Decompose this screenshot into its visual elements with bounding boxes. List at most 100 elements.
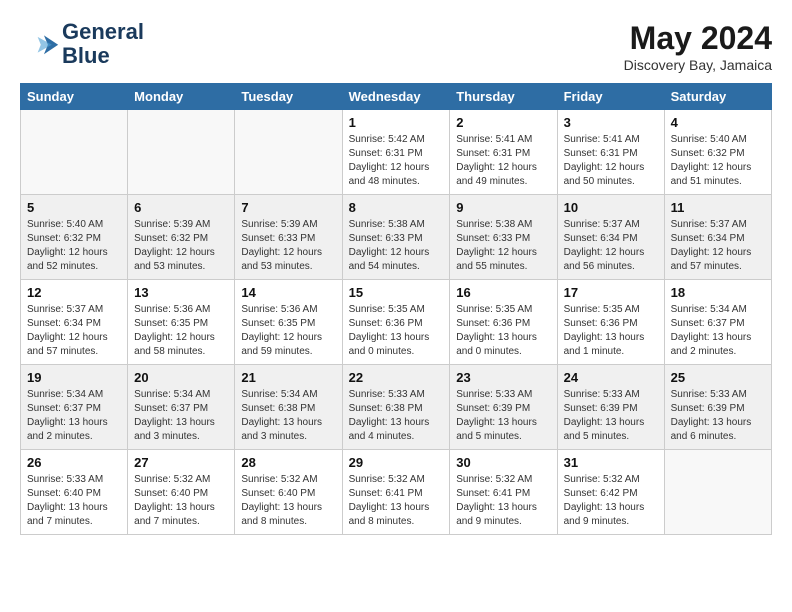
day-number: 2	[456, 115, 550, 130]
day-number: 25	[671, 370, 765, 385]
day-number: 31	[564, 455, 658, 470]
calendar-cell: 11 Sunrise: 5:37 AM Sunset: 6:34 PM Dayli…	[664, 195, 771, 280]
calendar-cell: 31 Sunrise: 5:32 AM Sunset: 6:42 PM Dayli…	[557, 450, 664, 535]
day-info: Sunrise: 5:39 AM Sunset: 6:33 PM Dayligh…	[241, 218, 335, 274]
day-info: Sunrise: 5:40 AM Sunset: 6:32 PM Dayligh…	[671, 133, 765, 189]
day-info: Sunrise: 5:33 AM Sunset: 6:39 PM Dayligh…	[456, 388, 550, 444]
day-info: Sunrise: 5:32 AM Sunset: 6:41 PM Dayligh…	[349, 473, 444, 529]
calendar-body: 1Sunrise: 5:42 AM Sunset: 6:31 PM Daylig…	[21, 110, 772, 535]
day-number: 18	[671, 285, 765, 300]
day-info: Sunrise: 5:39 AM Sunset: 6:32 PM Dayligh…	[134, 218, 228, 274]
day-info: Sunrise: 5:32 AM Sunset: 6:42 PM Dayligh…	[564, 473, 658, 529]
calendar-cell: 28 Sunrise: 5:32 AM Sunset: 6:40 PM Dayli…	[235, 450, 342, 535]
calendar-table: SundayMondayTuesdayWednesdayThursdayFrid…	[20, 83, 772, 535]
day-info: Sunrise: 5:33 AM Sunset: 6:40 PM Dayligh…	[27, 473, 121, 529]
calendar-cell: 27 Sunrise: 5:32 AM Sunset: 6:40 PM Dayli…	[128, 450, 235, 535]
day-number: 15	[349, 285, 444, 300]
calendar-cell: 15 Sunrise: 5:35 AM Sunset: 6:36 PM Dayli…	[342, 280, 450, 365]
calendar-cell: 22 Sunrise: 5:33 AM Sunset: 6:38 PM Dayli…	[342, 365, 450, 450]
calendar-cell	[128, 110, 235, 195]
logo-text: General Blue	[62, 20, 144, 68]
calendar-header-row: SundayMondayTuesdayWednesdayThursdayFrid…	[21, 84, 772, 110]
calendar-header-tuesday: Tuesday	[235, 84, 342, 110]
day-number: 11	[671, 200, 765, 215]
day-info: Sunrise: 5:41 AM Sunset: 6:31 PM Dayligh…	[456, 133, 550, 189]
calendar-cell	[235, 110, 342, 195]
calendar-week-row: 26 Sunrise: 5:33 AM Sunset: 6:40 PM Dayli…	[21, 450, 772, 535]
calendar-cell	[664, 450, 771, 535]
day-info: Sunrise: 5:32 AM Sunset: 6:40 PM Dayligh…	[241, 473, 335, 529]
calendar-cell: 2 Sunrise: 5:41 AM Sunset: 6:31 PM Daylig…	[450, 110, 557, 195]
calendar-header-friday: Friday	[557, 84, 664, 110]
calendar-header-thursday: Thursday	[450, 84, 557, 110]
day-info: Sunrise: 5:36 AM Sunset: 6:35 PM Dayligh…	[134, 303, 228, 359]
calendar-header-sunday: Sunday	[21, 84, 128, 110]
day-number: 14	[241, 285, 335, 300]
calendar-cell: 5Sunrise: 5:40 AM Sunset: 6:32 PM Daylig…	[21, 195, 128, 280]
page-header: General Blue May 2024 Discovery Bay, Jam…	[20, 20, 772, 73]
calendar-cell: 26 Sunrise: 5:33 AM Sunset: 6:40 PM Dayli…	[21, 450, 128, 535]
calendar-cell: 13Sunrise: 5:36 AM Sunset: 6:35 PM Dayli…	[128, 280, 235, 365]
day-info: Sunrise: 5:32 AM Sunset: 6:40 PM Dayligh…	[134, 473, 228, 529]
day-number: 3	[564, 115, 658, 130]
day-info: Sunrise: 5:34 AM Sunset: 6:37 PM Dayligh…	[671, 303, 765, 359]
calendar-cell: 30 Sunrise: 5:32 AM Sunset: 6:41 PM Dayli…	[450, 450, 557, 535]
day-number: 24	[564, 370, 658, 385]
day-info: Sunrise: 5:34 AM Sunset: 6:37 PM Dayligh…	[134, 388, 228, 444]
calendar-cell: 16 Sunrise: 5:35 AM Sunset: 6:36 PM Dayli…	[450, 280, 557, 365]
day-number: 12	[27, 285, 121, 300]
day-info: Sunrise: 5:40 AM Sunset: 6:32 PM Dayligh…	[27, 218, 121, 274]
calendar-week-row: 5Sunrise: 5:40 AM Sunset: 6:32 PM Daylig…	[21, 195, 772, 280]
day-number: 28	[241, 455, 335, 470]
day-info: Sunrise: 5:37 AM Sunset: 6:34 PM Dayligh…	[27, 303, 121, 359]
day-info: Sunrise: 5:35 AM Sunset: 6:36 PM Dayligh…	[456, 303, 550, 359]
day-number: 17	[564, 285, 658, 300]
day-number: 8	[349, 200, 444, 215]
day-info: Sunrise: 5:37 AM Sunset: 6:34 PM Dayligh…	[564, 218, 658, 274]
calendar-cell: 24Sunrise: 5:33 AM Sunset: 6:39 PM Dayli…	[557, 365, 664, 450]
day-info: Sunrise: 5:32 AM Sunset: 6:41 PM Dayligh…	[456, 473, 550, 529]
calendar-cell: 7 Sunrise: 5:39 AM Sunset: 6:33 PM Daylig…	[235, 195, 342, 280]
day-number: 26	[27, 455, 121, 470]
calendar-cell: 14 Sunrise: 5:36 AM Sunset: 6:35 PM Dayli…	[235, 280, 342, 365]
day-info: Sunrise: 5:37 AM Sunset: 6:34 PM Dayligh…	[671, 218, 765, 274]
day-number: 6	[134, 200, 228, 215]
day-info: Sunrise: 5:34 AM Sunset: 6:38 PM Dayligh…	[241, 388, 335, 444]
day-number: 21	[241, 370, 335, 385]
calendar-cell: 23 Sunrise: 5:33 AM Sunset: 6:39 PM Dayli…	[450, 365, 557, 450]
day-number: 19	[27, 370, 121, 385]
day-info: Sunrise: 5:33 AM Sunset: 6:38 PM Dayligh…	[349, 388, 444, 444]
calendar-cell: 17Sunrise: 5:35 AM Sunset: 6:36 PM Dayli…	[557, 280, 664, 365]
calendar-week-row: 19 Sunrise: 5:34 AM Sunset: 6:37 PM Dayli…	[21, 365, 772, 450]
day-number: 16	[456, 285, 550, 300]
day-number: 9	[456, 200, 550, 215]
month-year: May 2024	[624, 20, 772, 57]
day-info: Sunrise: 5:34 AM Sunset: 6:37 PM Dayligh…	[27, 388, 121, 444]
day-number: 29	[349, 455, 444, 470]
calendar-cell: 29 Sunrise: 5:32 AM Sunset: 6:41 PM Dayli…	[342, 450, 450, 535]
day-number: 27	[134, 455, 228, 470]
calendar-cell: 18 Sunrise: 5:34 AM Sunset: 6:37 PM Dayli…	[664, 280, 771, 365]
calendar-cell: 21 Sunrise: 5:34 AM Sunset: 6:38 PM Dayli…	[235, 365, 342, 450]
calendar-cell: 10Sunrise: 5:37 AM Sunset: 6:34 PM Dayli…	[557, 195, 664, 280]
calendar-cell	[21, 110, 128, 195]
day-info: Sunrise: 5:35 AM Sunset: 6:36 PM Dayligh…	[349, 303, 444, 359]
logo-icon	[20, 29, 60, 59]
calendar-header-monday: Monday	[128, 84, 235, 110]
day-info: Sunrise: 5:36 AM Sunset: 6:35 PM Dayligh…	[241, 303, 335, 359]
day-number: 30	[456, 455, 550, 470]
day-info: Sunrise: 5:42 AM Sunset: 6:31 PM Dayligh…	[349, 133, 444, 189]
logo: General Blue	[20, 20, 144, 68]
day-number: 22	[349, 370, 444, 385]
day-info: Sunrise: 5:33 AM Sunset: 6:39 PM Dayligh…	[671, 388, 765, 444]
calendar-cell: 19 Sunrise: 5:34 AM Sunset: 6:37 PM Dayli…	[21, 365, 128, 450]
title-block: May 2024 Discovery Bay, Jamaica	[624, 20, 772, 73]
calendar-cell: 6 Sunrise: 5:39 AM Sunset: 6:32 PM Daylig…	[128, 195, 235, 280]
location: Discovery Bay, Jamaica	[624, 57, 772, 73]
calendar-cell: 25 Sunrise: 5:33 AM Sunset: 6:39 PM Dayli…	[664, 365, 771, 450]
calendar-cell: 1Sunrise: 5:42 AM Sunset: 6:31 PM Daylig…	[342, 110, 450, 195]
day-number: 7	[241, 200, 335, 215]
calendar-header-wednesday: Wednesday	[342, 84, 450, 110]
calendar-cell: 3Sunrise: 5:41 AM Sunset: 6:31 PM Daylig…	[557, 110, 664, 195]
day-number: 23	[456, 370, 550, 385]
